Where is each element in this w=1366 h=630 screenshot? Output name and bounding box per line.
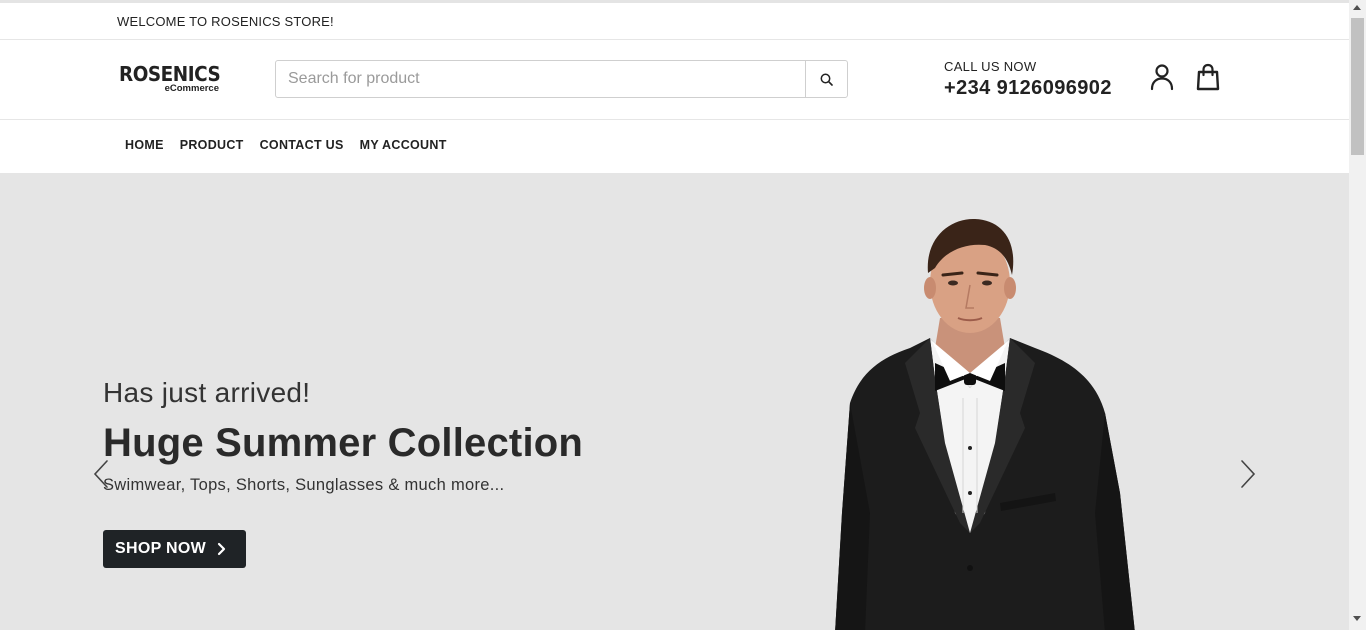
- hero-subtitle: Has just arrived!: [103, 377, 311, 408]
- shop-now-label: SHOP NOW: [115, 540, 207, 557]
- cart-button[interactable]: [1195, 63, 1223, 93]
- page: WELCOME TO ROSENICS STORE! ROSENICS eCom…: [0, 0, 1349, 630]
- slider-prev-button[interactable]: [90, 458, 112, 490]
- nav-item-my-account[interactable]: MY ACCOUNT: [352, 138, 455, 152]
- nav-item-home[interactable]: HOME: [117, 138, 172, 152]
- chevron-left-icon: [93, 460, 108, 488]
- call-number[interactable]: +234 9126096902: [944, 77, 1112, 100]
- call-label: CALL US NOW: [944, 59, 1037, 74]
- search-button[interactable]: [805, 61, 847, 97]
- search-bar: [275, 60, 848, 98]
- scroll-up-arrow-icon[interactable]: [1353, 5, 1361, 10]
- welcome-text: WELCOME TO ROSENICS STORE!: [117, 13, 334, 29]
- vertical-scrollbar[interactable]: [1349, 0, 1366, 630]
- store-logo[interactable]: ROSENICS eCommerce: [119, 64, 223, 94]
- user-icon: [1150, 64, 1174, 91]
- hero-title: Huge Summer Collection: [103, 421, 584, 465]
- top-bar: WELCOME TO ROSENICS STORE!: [0, 3, 1349, 40]
- search-input[interactable]: [276, 61, 805, 97]
- scroll-down-arrow-icon[interactable]: [1353, 616, 1361, 621]
- chevron-right-small-icon: [216, 542, 226, 556]
- scroll-thumb[interactable]: [1351, 18, 1364, 155]
- header: ROSENICS eCommerce CALL US NOW +234 9126…: [0, 40, 1349, 120]
- chevron-right-icon: [1241, 460, 1256, 488]
- call-us-block: CALL US NOW +234 9126096902: [944, 59, 1112, 100]
- nav-item-product[interactable]: PRODUCT: [172, 138, 252, 152]
- hero-model-image: [835, 218, 1135, 630]
- slider-next-button[interactable]: [1237, 458, 1259, 490]
- main-nav: HOME PRODUCT CONTACT US MY ACCOUNT: [0, 120, 1349, 170]
- nav-item-contact-us[interactable]: CONTACT US: [252, 138, 352, 152]
- shopping-bag-icon: [1196, 63, 1220, 91]
- account-button[interactable]: [1149, 63, 1177, 93]
- hero-description: Swimwear, Tops, Shorts, Sunglasses & muc…: [103, 476, 505, 494]
- logo-main-text: ROSENICS: [119, 62, 221, 86]
- hero-slider: Has just arrived! Huge Summer Collection…: [0, 173, 1349, 630]
- search-icon: [820, 73, 833, 86]
- shop-now-button[interactable]: SHOP NOW: [103, 530, 246, 568]
